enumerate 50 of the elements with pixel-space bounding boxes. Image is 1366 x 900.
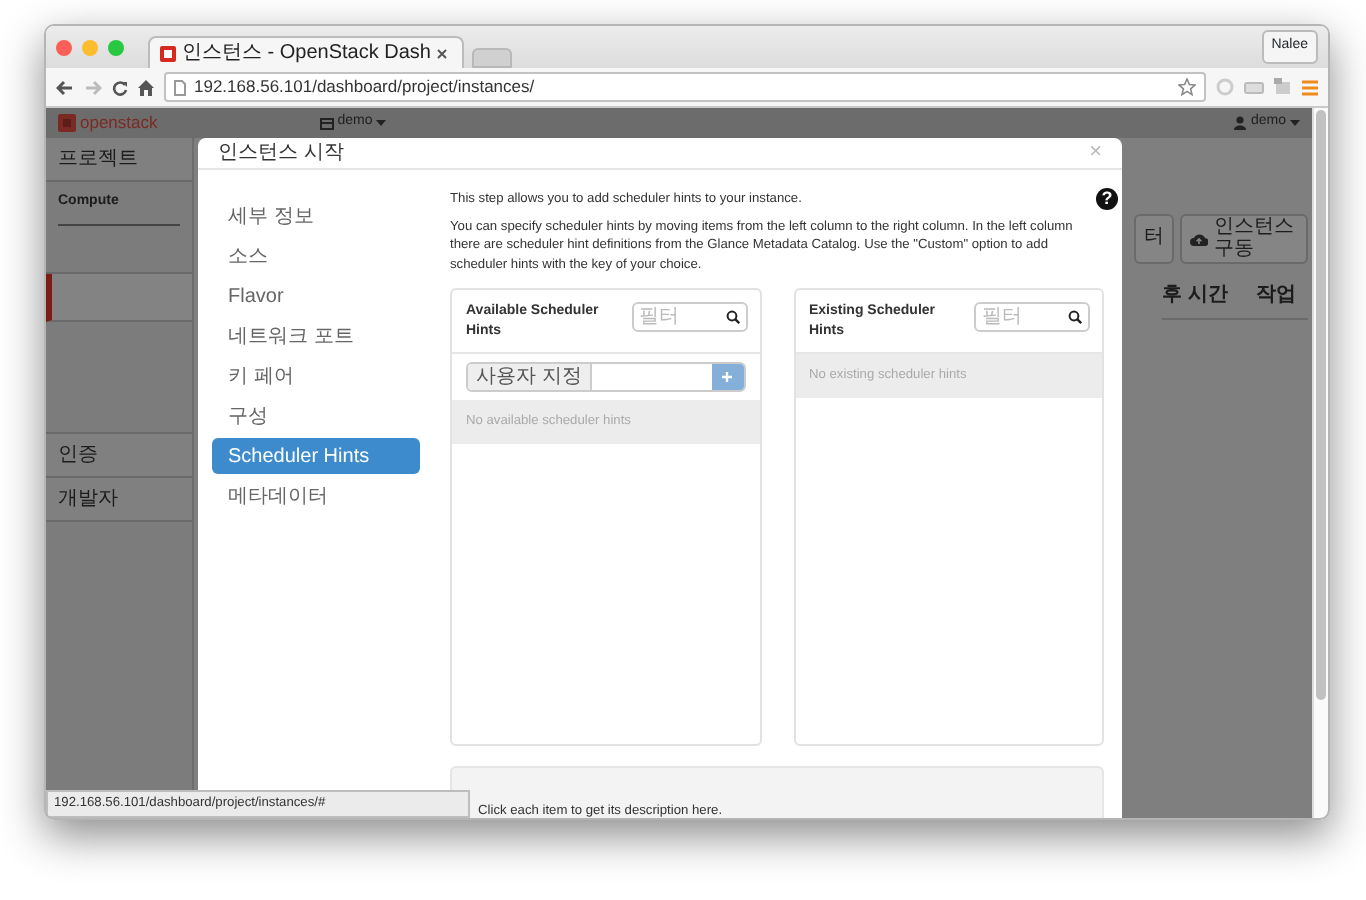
filter-field[interactable]: 필터: [974, 302, 1090, 333]
step-tab[interactable]: 네트워크 포트: [212, 318, 420, 354]
page-icon: [174, 79, 186, 95]
sidebar-section[interactable]: 인증: [46, 434, 192, 478]
step-tab[interactable]: 소스: [212, 238, 420, 274]
search-icon: [725, 310, 739, 325]
step-tab[interactable]: Scheduler Hints: [212, 438, 420, 474]
sidebar-section[interactable]: 프로젝트: [46, 138, 192, 182]
caret-icon: [376, 120, 387, 126]
address-text: 192.168.56.101/dashboard/project/instances/: [194, 74, 535, 100]
caret-icon: [1290, 120, 1300, 126]
star-icon[interactable]: [1178, 78, 1196, 96]
sidebar-item[interactable]: [46, 274, 192, 322]
column-header: 작업: [1256, 282, 1296, 310]
circle-icon[interactable]: [1216, 78, 1234, 96]
cloud-upload-icon: [1190, 232, 1208, 246]
favicon-icon: [160, 45, 176, 61]
scrollbar[interactable]: [1312, 108, 1328, 818]
step-tab[interactable]: 세부 정보: [212, 198, 420, 234]
close-icon[interactable]: [436, 47, 449, 59]
step-tab[interactable]: 구성: [212, 398, 420, 434]
close-light-icon[interactable]: [56, 39, 72, 55]
tab-title: 인스턴스 - OpenStack Dash: [182, 40, 431, 68]
address-bar[interactable]: 192.168.56.101/dashboard/project/instances/: [164, 72, 1206, 102]
box-icon[interactable]: [1274, 78, 1292, 96]
menu-icon[interactable]: [1302, 79, 1318, 95]
browser-tab[interactable]: 인스턴스 - OpenStack Dash: [148, 36, 464, 68]
logo-text: openstack: [80, 110, 158, 136]
sidebar-section[interactable]: 개발자: [46, 478, 192, 522]
reload-icon[interactable]: [112, 79, 128, 95]
launch-button[interactable]: 인스턴스 구동: [1180, 214, 1308, 264]
filter-button[interactable]: 터: [1134, 214, 1174, 264]
table-icon: [319, 117, 334, 129]
search-icon: [1068, 310, 1082, 325]
modal-title: 인스턴스 시작: [218, 140, 344, 168]
column-header: 후 시간: [1162, 282, 1228, 310]
step-tab[interactable]: 메타데이터: [212, 478, 420, 514]
rectangle-icon[interactable]: [1244, 81, 1264, 93]
help-button[interactable]: ?: [1096, 188, 1118, 210]
filter-field[interactable]: 필터: [631, 302, 747, 333]
step-tab[interactable]: Flavor: [212, 278, 420, 314]
back-icon[interactable]: [56, 79, 74, 95]
home-icon[interactable]: [138, 79, 154, 95]
minimize-light-icon[interactable]: [82, 39, 98, 55]
forward-icon[interactable]: [84, 79, 102, 95]
new-tab-button[interactable]: [472, 48, 512, 68]
step-tab[interactable]: 키 페어: [212, 358, 420, 394]
logo-icon: [58, 114, 76, 132]
user-icon: [1234, 116, 1247, 130]
maximize-light-icon[interactable]: [108, 39, 124, 55]
